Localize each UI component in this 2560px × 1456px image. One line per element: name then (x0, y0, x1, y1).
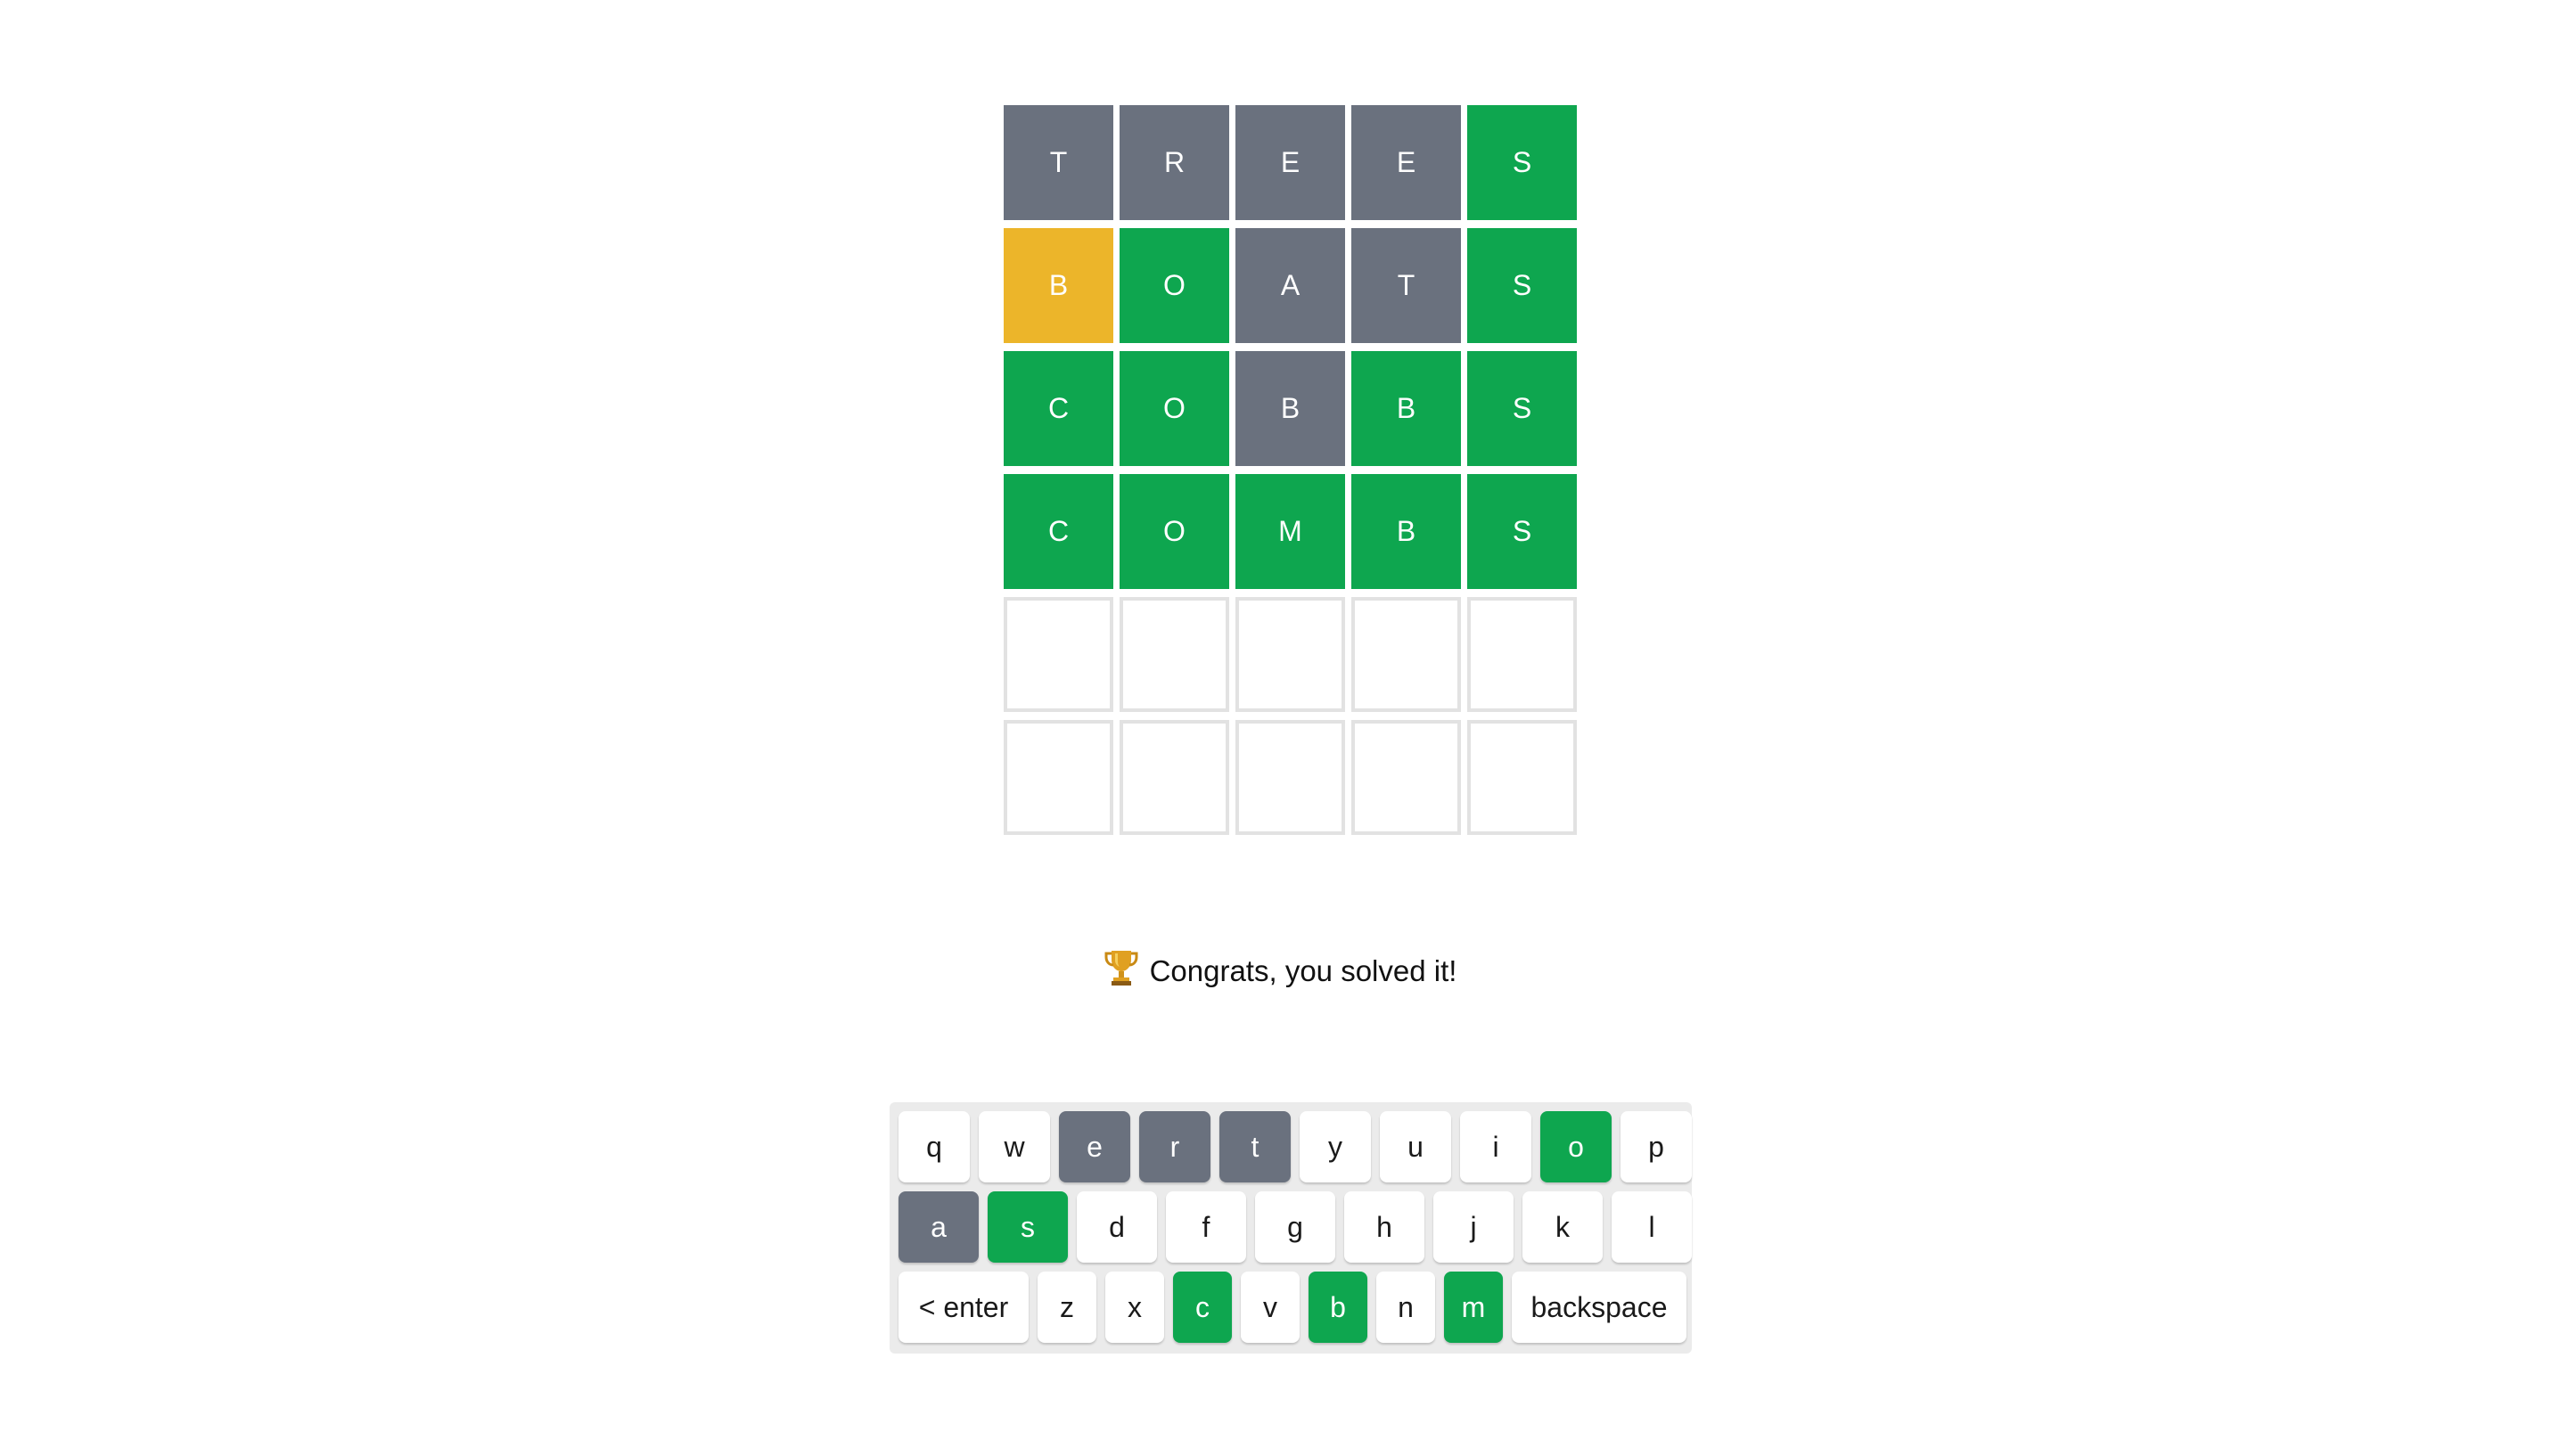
keyboard-row: a s d f g h j k l (898, 1191, 1692, 1263)
key-e[interactable]: e (1059, 1111, 1130, 1182)
empty-tile (1235, 597, 1345, 712)
tile: T (1004, 105, 1113, 220)
key-g[interactable]: g (1255, 1191, 1335, 1263)
key-i[interactable]: i (1460, 1111, 1531, 1182)
empty-tile (1467, 720, 1577, 835)
keyboard-row: < enter z x c v b n m backspace (898, 1272, 1686, 1343)
key-h[interactable]: h (1344, 1191, 1424, 1263)
tile: R (1120, 105, 1229, 220)
tile: B (1235, 351, 1345, 466)
result-message: Congrats, you solved it! (0, 946, 2560, 996)
tile: B (1004, 228, 1113, 343)
tile: O (1120, 228, 1229, 343)
empty-tile (1004, 597, 1113, 712)
key-p[interactable]: p (1621, 1111, 1692, 1182)
tile: O (1120, 351, 1229, 466)
enter-key[interactable]: < enter (898, 1272, 1029, 1343)
tile: A (1235, 228, 1345, 343)
key-n[interactable]: n (1376, 1272, 1435, 1343)
key-d[interactable]: d (1077, 1191, 1157, 1263)
result-message-text: Congrats, you solved it! (1149, 954, 1457, 987)
on-screen-keyboard: q w e r t y u i o p a s d f g h j k l < … (890, 1102, 1692, 1354)
key-q[interactable]: q (898, 1111, 970, 1182)
key-m[interactable]: m (1444, 1272, 1503, 1343)
key-o[interactable]: o (1540, 1111, 1612, 1182)
backspace-key[interactable]: backspace (1512, 1272, 1686, 1343)
tile: C (1004, 474, 1113, 589)
tile: C (1004, 351, 1113, 466)
key-s[interactable]: s (988, 1191, 1068, 1263)
tile: B (1351, 474, 1461, 589)
tile: S (1467, 105, 1577, 220)
key-r[interactable]: r (1139, 1111, 1210, 1182)
key-z[interactable]: z (1038, 1272, 1096, 1343)
tile: E (1351, 105, 1461, 220)
empty-tile (1351, 597, 1461, 712)
tile: M (1235, 474, 1345, 589)
empty-tile (1351, 720, 1461, 835)
key-b[interactable]: b (1309, 1272, 1367, 1343)
key-a[interactable]: a (898, 1191, 979, 1263)
tile: S (1467, 474, 1577, 589)
empty-tile (1004, 720, 1113, 835)
key-k[interactable]: k (1522, 1191, 1603, 1263)
game-board: T R E E S B O A T S C O B B S C O M B S (1004, 105, 1577, 835)
key-v[interactable]: v (1241, 1272, 1300, 1343)
tile: E (1235, 105, 1345, 220)
key-x[interactable]: x (1105, 1272, 1164, 1343)
empty-tile (1120, 720, 1229, 835)
trophy-icon (1104, 947, 1139, 986)
key-u[interactable]: u (1380, 1111, 1451, 1182)
tile: S (1467, 228, 1577, 343)
key-j[interactable]: j (1433, 1191, 1514, 1263)
tile: S (1467, 351, 1577, 466)
key-c[interactable]: c (1173, 1272, 1232, 1343)
tile: O (1120, 474, 1229, 589)
key-y[interactable]: y (1300, 1111, 1371, 1182)
key-t[interactable]: t (1219, 1111, 1291, 1182)
keyboard-row: q w e r t y u i o p (898, 1111, 1692, 1182)
empty-tile (1120, 597, 1229, 712)
empty-tile (1235, 720, 1345, 835)
tile: B (1351, 351, 1461, 466)
tile: T (1351, 228, 1461, 343)
key-w[interactable]: w (979, 1111, 1050, 1182)
key-l[interactable]: l (1612, 1191, 1692, 1263)
empty-tile (1467, 597, 1577, 712)
key-f[interactable]: f (1166, 1191, 1246, 1263)
